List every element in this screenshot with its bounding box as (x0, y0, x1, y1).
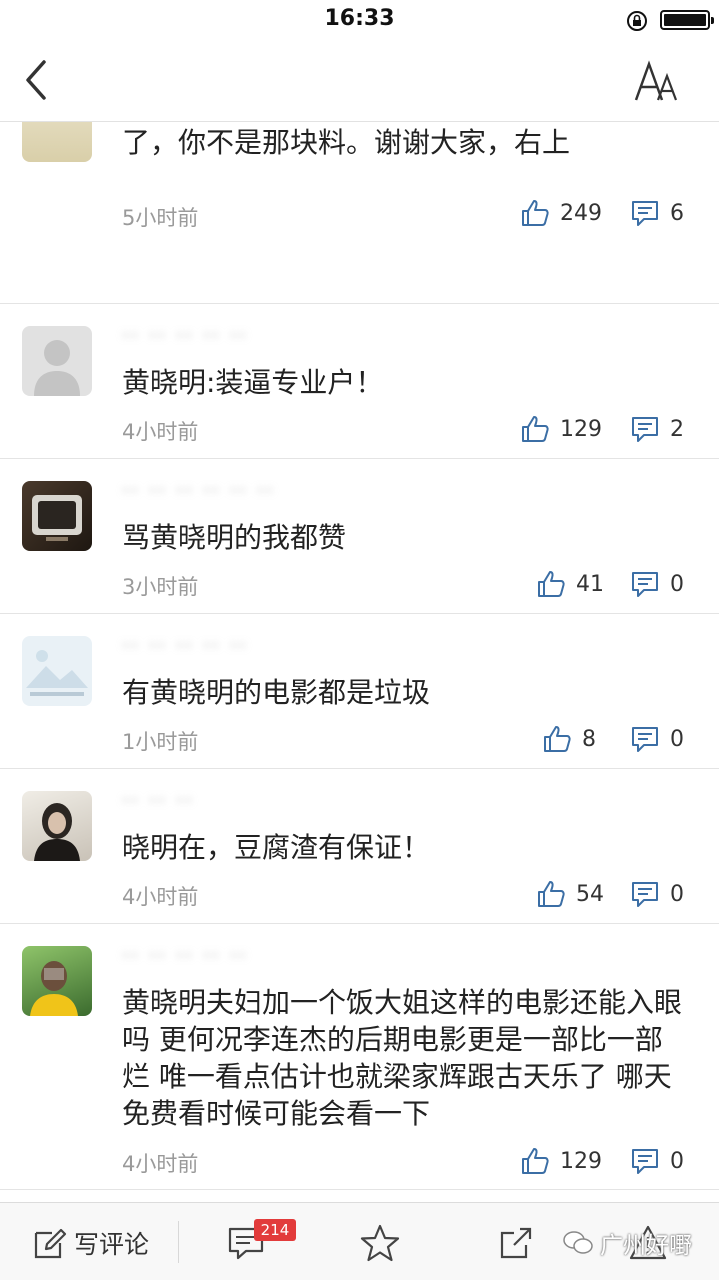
reply-count: 0 (670, 881, 684, 907)
reply-button[interactable]: 6 (630, 196, 684, 230)
reply-count: 6 (670, 200, 684, 226)
username[interactable]: ·· ·· ·· (122, 789, 194, 819)
like-button[interactable]: 249 (520, 196, 602, 230)
thumbs-up-icon (522, 416, 549, 442)
write-comment-label: 写评论 (74, 1230, 150, 1259)
font-size-icon[interactable] (634, 60, 680, 104)
comment-text: 有黄晓明的电影都是垃圾 (122, 676, 431, 709)
like-button[interactable]: 8 (542, 722, 596, 756)
person-avatar-image (30, 961, 78, 1016)
like-button[interactable]: 41 (536, 567, 604, 601)
nav-bar (0, 40, 719, 122)
tv-avatar-image (32, 495, 82, 541)
like-count: 129 (560, 416, 602, 442)
wechat-watermark: 广州好嘢 (562, 1225, 692, 1261)
thumbs-up-icon (538, 881, 565, 907)
portrait-avatar-image (34, 803, 80, 861)
comment-text: 骂黄晓明的我都赞 (122, 521, 347, 554)
reply-button[interactable]: 0 (630, 722, 684, 756)
username[interactable]: ·· ·· ·· ·· ·· (122, 944, 248, 974)
battery-icon (660, 10, 714, 30)
comment-icon (632, 727, 658, 752)
like-button[interactable]: 129 (520, 412, 602, 446)
comment-feed[interactable]: 视费电影上映。在这提前说明，给我钱我也不会去看的！也提前祝向佐早日回家，别在闹腾… (0, 122, 719, 1202)
write-comment-button[interactable]: 写评论 (32, 1223, 149, 1263)
reply-count: 0 (670, 571, 684, 597)
avatar[interactable] (22, 326, 92, 396)
thumbs-up-icon (538, 571, 565, 597)
comment-item: ·· ·· ·· ·· ·· 有黄晓明的电影都是垃圾 1小时前 8 0 (0, 614, 719, 769)
comment-icon (632, 1149, 658, 1174)
like-count: 8 (582, 726, 596, 752)
like-count: 129 (560, 1148, 602, 1174)
chevron-left-icon[interactable] (20, 58, 54, 102)
comment-time: 4小时前 (122, 885, 199, 909)
like-count: 54 (576, 881, 604, 907)
landscape-avatar-image (26, 650, 88, 696)
thumbs-up-icon (522, 1148, 549, 1174)
share-icon[interactable] (496, 1223, 536, 1263)
reply-count: 0 (670, 726, 684, 752)
comment-item: ·· ·· ·· ·· ·· ·· 骂黄晓明的我都赞 3小时前 41 0 (0, 459, 719, 614)
avatar[interactable] (22, 122, 92, 162)
comment-text: 视费电影上映。在这提前说明，给我钱我也不会去看的！也提前祝向佐早日回家，别在闹腾… (122, 126, 571, 159)
like-count: 41 (576, 571, 604, 597)
reply-count: 2 (670, 416, 684, 442)
avatar[interactable] (22, 946, 92, 1016)
comment-icon (632, 572, 658, 597)
status-time: 16:33 (324, 6, 395, 31)
status-bar: 16:33 (0, 0, 719, 40)
thumbs-up-icon (544, 726, 571, 752)
username[interactable]: ·· ·· ·· ·· ·· (122, 324, 248, 354)
wechat-icon (563, 1231, 593, 1254)
username[interactable]: ·· ·· ·· ·· ·· ·· (122, 479, 275, 509)
bottom-toolbar: 写评论 214 广州好嘢 (0, 1202, 719, 1280)
like-button[interactable]: 54 (536, 877, 604, 911)
comment-text: 黄晓明夫妇加一个饭大姐这样的电影还能入眼吗 更何况李连杰的后期电影更是一部比一部… (122, 986, 683, 1130)
like-button[interactable]: 129 (520, 1144, 602, 1178)
comment-time: 4小时前 (122, 1152, 199, 1176)
comment-time: 3小时前 (122, 575, 199, 599)
reply-count: 0 (670, 1148, 684, 1174)
avatar[interactable] (22, 481, 92, 551)
comment-time: 4小时前 (122, 420, 199, 444)
comment-time: 1小时前 (122, 730, 199, 754)
avatar[interactable] (22, 636, 92, 706)
reply-button[interactable]: 0 (630, 1144, 684, 1178)
watermark-text: 广州好嘢 (600, 1233, 692, 1259)
reply-button[interactable]: 0 (630, 877, 684, 911)
comment-item: ·· ·· ·· ·· ·· 黄晓明:装逼专业户！ 4小时前 129 2 (0, 304, 719, 459)
comment-text: 晓明在，豆腐渣有保证！ (122, 831, 431, 864)
reply-button[interactable]: 0 (630, 567, 684, 601)
comment-item: ·· ·· ·· ·· ·· 黄晓明夫妇加一个饭大姐这样的电影还能入眼吗 更何况… (0, 924, 719, 1190)
like-count: 249 (560, 200, 602, 226)
thumbs-up-icon (522, 200, 549, 226)
star-icon[interactable] (360, 1223, 400, 1263)
default-avatar-icon (34, 340, 80, 396)
toolbar-divider (178, 1221, 179, 1263)
comment-item: 视费电影上映。在这提前说明，给我钱我也不会去看的！也提前祝向佐早日回家，别在闹腾… (0, 122, 719, 304)
reply-button[interactable]: 2 (630, 412, 684, 446)
comment-icon (632, 882, 658, 907)
comment-icon (632, 201, 658, 226)
avatar[interactable] (22, 791, 92, 861)
comment-text: 黄晓明:装逼专业户！ (122, 366, 384, 399)
edit-icon (34, 1228, 67, 1259)
username[interactable]: ·· ·· ·· ·· ·· (122, 634, 248, 664)
comment-item: ·· ·· ·· 晓明在，豆腐渣有保证！ 4小时前 54 0 (0, 769, 719, 924)
comment-time: 5小时前 (122, 206, 199, 230)
comment-count-badge: 214 (254, 1219, 296, 1241)
rotation-lock-icon (627, 11, 647, 31)
comment-icon (632, 417, 658, 442)
